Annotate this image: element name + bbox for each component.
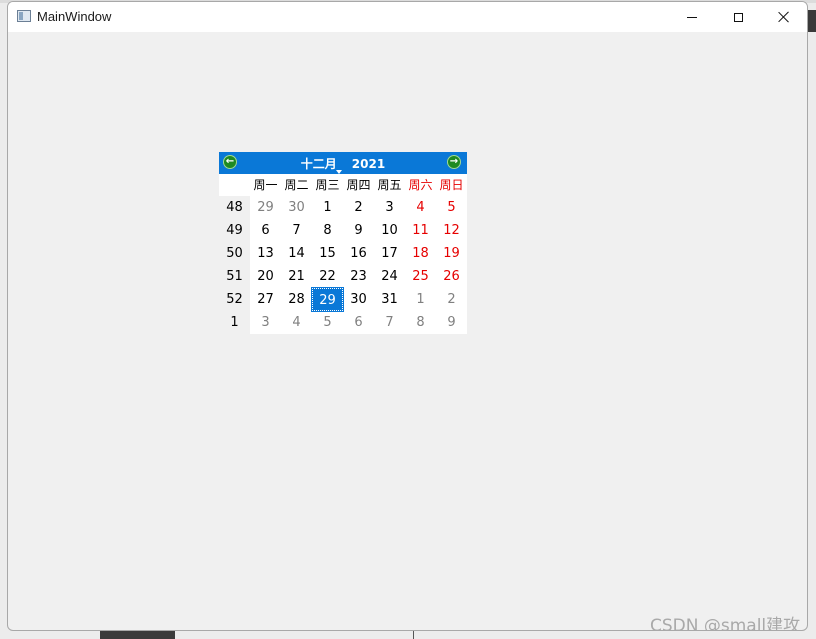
calendar-day[interactable]: 28 <box>281 288 312 311</box>
calendar-day[interactable]: 9 <box>436 311 467 334</box>
week-number: 52 <box>226 292 243 307</box>
month-label: 十二月 <box>300 157 337 171</box>
month-selector[interactable]: 十二月 <box>301 155 342 174</box>
next-month-button[interactable]: → <box>447 155 461 169</box>
calendar-day[interactable]: 30 <box>343 288 374 311</box>
day-header-4: 周四 <box>346 178 371 192</box>
calendar-day[interactable]: 8 <box>312 219 343 242</box>
calendar-day[interactable]: 30 <box>281 196 312 219</box>
calendar-day[interactable]: 16 <box>343 242 374 265</box>
calendar-day[interactable]: 6 <box>343 311 374 334</box>
week-number: 51 <box>226 269 243 284</box>
calendar-day[interactable]: 19 <box>436 242 467 265</box>
calendar-day[interactable]: 20 <box>250 265 281 288</box>
week-number: 48 <box>226 200 243 215</box>
month-year-label: 十二月 2021 <box>219 155 467 174</box>
day-header-5: 周五 <box>377 178 402 192</box>
day-header-1: 周一 <box>253 178 278 192</box>
calendar-widget: ← 十二月 2021 → 周一 周二 周三 周四 周五 周六 周日 48 29 30 1 2 3 4 5 49… <box>219 152 467 334</box>
minimize-button[interactable] <box>669 2 715 32</box>
main-window: MainWindow ← 十二月 2021 → 周一 周二 周三 周四 周五 周六 周日 48… <box>7 1 808 631</box>
calendar-day[interactable]: 9 <box>343 219 374 242</box>
calendar-day[interactable]: 15 <box>312 242 343 265</box>
calendar-day[interactable]: 3 <box>374 196 405 219</box>
calendar-day[interactable]: 13 <box>250 242 281 265</box>
day-header-7: 周日 <box>439 178 464 192</box>
watermark-text: CSDN @small建攻 <box>650 616 801 631</box>
minimize-icon <box>687 16 697 18</box>
background-taskbar-fragment <box>100 630 175 639</box>
day-header-3: 周三 <box>315 178 340 192</box>
calendar-day[interactable]: 14 <box>281 242 312 265</box>
background-window-edge <box>807 10 816 32</box>
week-number: 1 <box>230 315 239 330</box>
calendar-day[interactable]: 3 <box>250 311 281 334</box>
maximize-icon <box>733 12 743 22</box>
calendar-day[interactable]: 4 <box>405 196 436 219</box>
calendar-day[interactable]: 1 <box>312 196 343 219</box>
calendar-day[interactable]: 17 <box>374 242 405 265</box>
calendar-day[interactable]: 26 <box>436 265 467 288</box>
window-title: MainWindow <box>37 9 112 24</box>
calendar-day[interactable]: 1 <box>405 288 436 311</box>
calendar-day[interactable]: 2 <box>436 288 467 311</box>
close-icon <box>778 11 790 23</box>
calendar-day[interactable]: 10 <box>374 219 405 242</box>
calendar-day-selected[interactable]: 29 <box>311 287 344 312</box>
calendar-day[interactable]: 23 <box>343 265 374 288</box>
day-of-week-header: 周一 周二 周三 周四 周五 周六 周日 <box>219 174 467 196</box>
calendar-day[interactable]: 21 <box>281 265 312 288</box>
calendar-day[interactable]: 18 <box>405 242 436 265</box>
calendar-day[interactable]: 12 <box>436 219 467 242</box>
calendar-day[interactable]: 6 <box>250 219 281 242</box>
calendar-day[interactable]: 25 <box>405 265 436 288</box>
calendar-day[interactable]: 27 <box>250 288 281 311</box>
calendar-day[interactable]: 5 <box>436 196 467 219</box>
calendar-day[interactable]: 31 <box>374 288 405 311</box>
calendar-day[interactable]: 24 <box>374 265 405 288</box>
calendar-day[interactable]: 7 <box>374 311 405 334</box>
calendar-day[interactable]: 29 <box>250 196 281 219</box>
calendar-day[interactable]: 4 <box>281 311 312 334</box>
calendar-day[interactable]: 11 <box>405 219 436 242</box>
calendar-day[interactable]: 8 <box>405 311 436 334</box>
title-bar[interactable]: MainWindow <box>8 2 807 32</box>
calendar-day[interactable]: 22 <box>312 265 343 288</box>
calendar-day[interactable]: 2 <box>343 196 374 219</box>
app-window-icon <box>17 10 31 22</box>
maximize-button[interactable] <box>715 2 761 32</box>
day-header-2: 周二 <box>284 178 309 192</box>
week-number: 49 <box>226 223 243 238</box>
calendar-navigation-bar: ← 十二月 2021 → <box>219 152 467 174</box>
calendar-day[interactable]: 7 <box>281 219 312 242</box>
background-divider <box>413 630 414 639</box>
year-selector[interactable]: 2021 <box>352 157 385 171</box>
week-number: 50 <box>226 246 243 261</box>
day-header-6: 周六 <box>408 178 433 192</box>
close-button[interactable] <box>761 2 807 32</box>
arrow-right-icon: → <box>449 156 459 167</box>
calendar-day[interactable]: 5 <box>312 311 343 334</box>
